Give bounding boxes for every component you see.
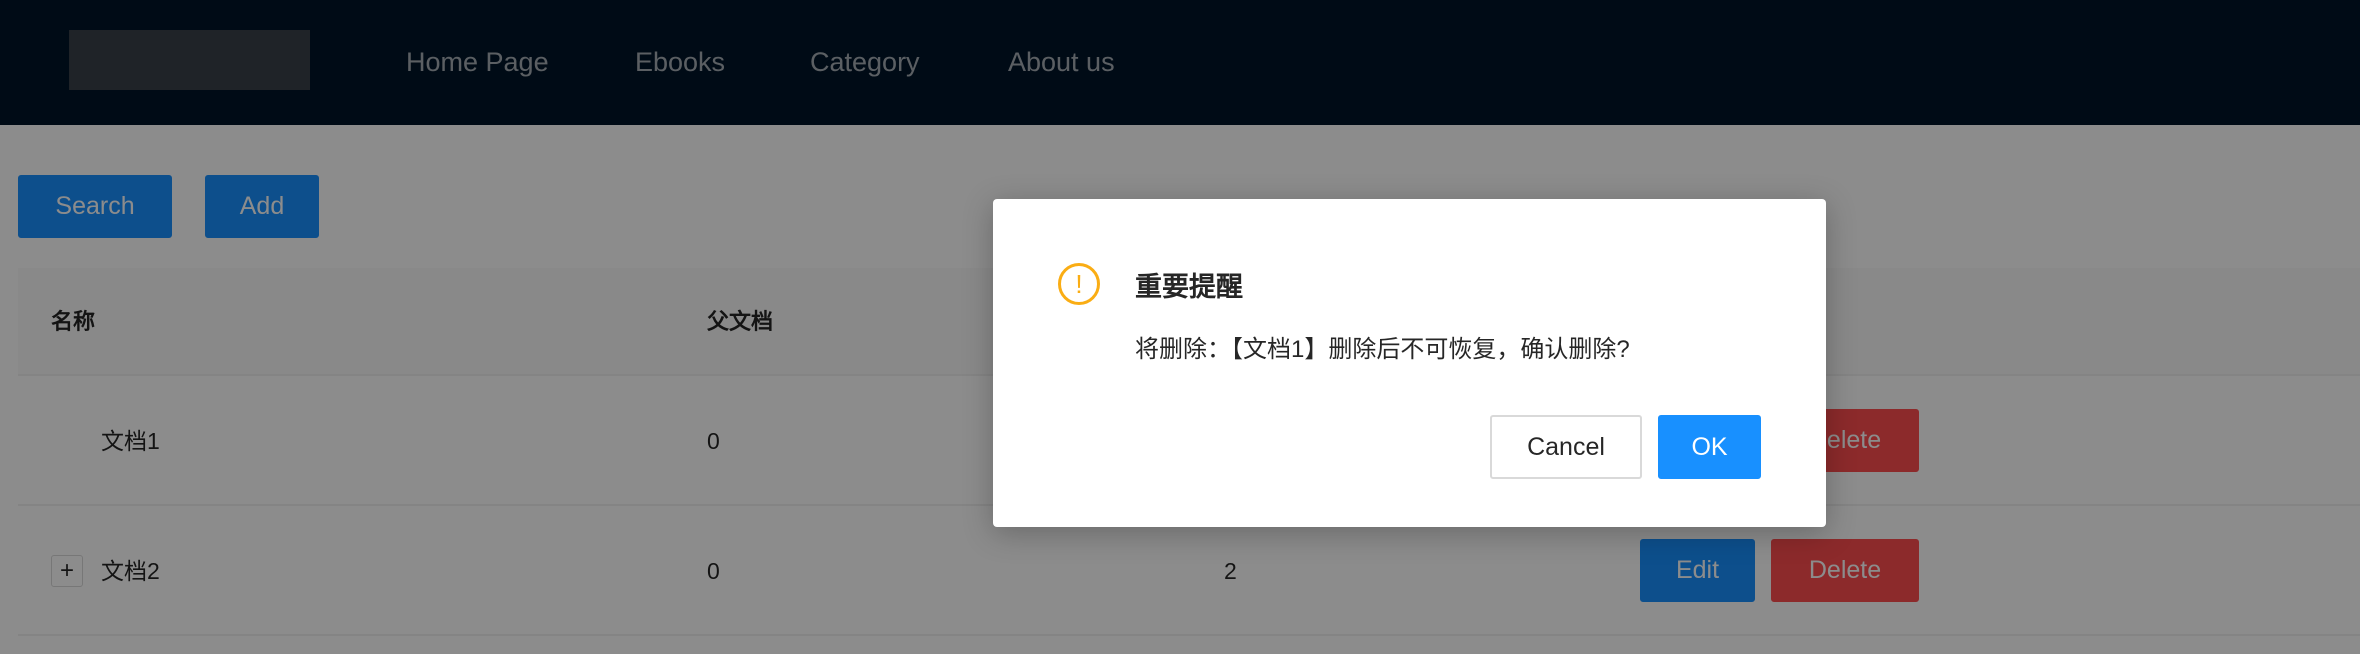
modal-content: 将删除：【文档1】删除后不可恢复，确认删除?: [1135, 336, 1630, 363]
confirm-delete-modal: ! 重要提醒 将删除：【文档1】删除后不可恢复，确认删除? Cancel OK: [993, 199, 1826, 527]
modal-title: 重要提醒: [1135, 272, 1243, 302]
ok-button[interactable]: OK: [1658, 415, 1761, 479]
cancel-button[interactable]: Cancel: [1490, 415, 1642, 479]
exclamation-circle-icon: !: [1058, 263, 1100, 305]
